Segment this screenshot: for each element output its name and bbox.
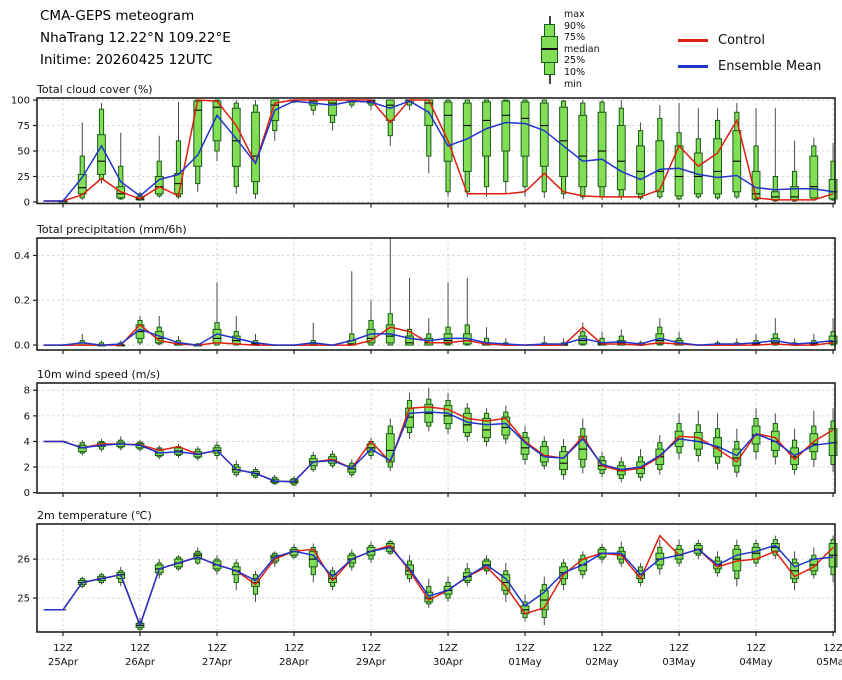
xtick-date: 27Apr [202, 657, 233, 668]
xtick-hour: 12Z [53, 643, 73, 654]
xtick-hour: 12Z [361, 643, 381, 654]
x-axis-labels: 12Z 25Apr 12Z 26Apr 12Z 27Apr 12Z 28Apr 12Z 29Apr… [48, 643, 842, 668]
panel-cloud: Total cloud cover (%) 0 25 50 75 100 [11, 83, 837, 208]
ytick-temp: 25 [17, 593, 30, 604]
control-line-temp [44, 536, 833, 626]
xtick-hour: 12Z [823, 643, 842, 654]
ytick-cloud: 75 [17, 121, 30, 132]
ytick-wind: 6 [24, 411, 30, 422]
xtick-hour: 12Z [669, 643, 689, 654]
xtick-date: 01May [508, 657, 541, 668]
ytick-cloud: 0 [24, 197, 30, 208]
panel-precip: Total precipitation (mm/6h) 0.0 0.2 0.4 [14, 223, 837, 354]
ytick-precip: 0.2 [14, 296, 30, 307]
panel-title-precip: Total precipitation (mm/6h) [36, 223, 187, 236]
ytick-cloud: 50 [17, 146, 30, 157]
ytick-temp: 26 [17, 554, 30, 565]
panel-title-temp: 2m temperature (℃) [37, 509, 152, 522]
xtick-hour: 12Z [592, 643, 612, 654]
meteogram-canvas: Total cloud cover (%) 0 25 50 75 100 Total pre… [0, 0, 842, 680]
meteogram-figure: CMA-GEPS meteogram NhaTrang 12.22°N 109.… [0, 0, 842, 680]
xtick-date: 28Apr [279, 657, 310, 668]
ytick-wind: 2 [24, 462, 30, 473]
xtick-date: 03May [662, 657, 695, 668]
xtick-date: 29Apr [356, 657, 387, 668]
ytick-wind: 4 [24, 437, 30, 448]
xtick-hour: 12Z [515, 643, 535, 654]
box-plots-cloud [59, 100, 837, 202]
ytick-cloud: 25 [17, 172, 30, 183]
xtick-date: 04May [739, 657, 772, 668]
panel-title-cloud: Total cloud cover (%) [36, 83, 153, 96]
ytick-wind: 0 [24, 488, 30, 499]
ytick-wind: 8 [24, 386, 30, 397]
xtick-date: 25Apr [48, 657, 79, 668]
xtick-hour: 12Z [438, 643, 458, 654]
ytick-precip: 0.4 [14, 251, 30, 262]
xtick-date: 02May [585, 657, 618, 668]
xtick-date: 26Apr [125, 657, 156, 668]
xtick-hour: 12Z [207, 643, 227, 654]
box-plots-wind [59, 388, 836, 486]
ensemble-mean-line-temp [44, 545, 833, 625]
panel-wind: 10m wind speed (m/s) 0 2 4 6 8 [24, 368, 837, 499]
xtick-date: 30Apr [433, 657, 464, 668]
xtick-hour: 12Z [130, 643, 150, 654]
panel-title-wind: 10m wind speed (m/s) [37, 368, 160, 381]
ytick-cloud: 100 [11, 95, 30, 106]
panel-temp: 2m temperature (℃) 25 26 [17, 509, 837, 636]
xtick-hour: 12Z [746, 643, 766, 654]
xtick-hour: 12Z [284, 643, 304, 654]
xtick-date: 05May [816, 657, 842, 668]
ytick-precip: 0.0 [14, 340, 30, 351]
